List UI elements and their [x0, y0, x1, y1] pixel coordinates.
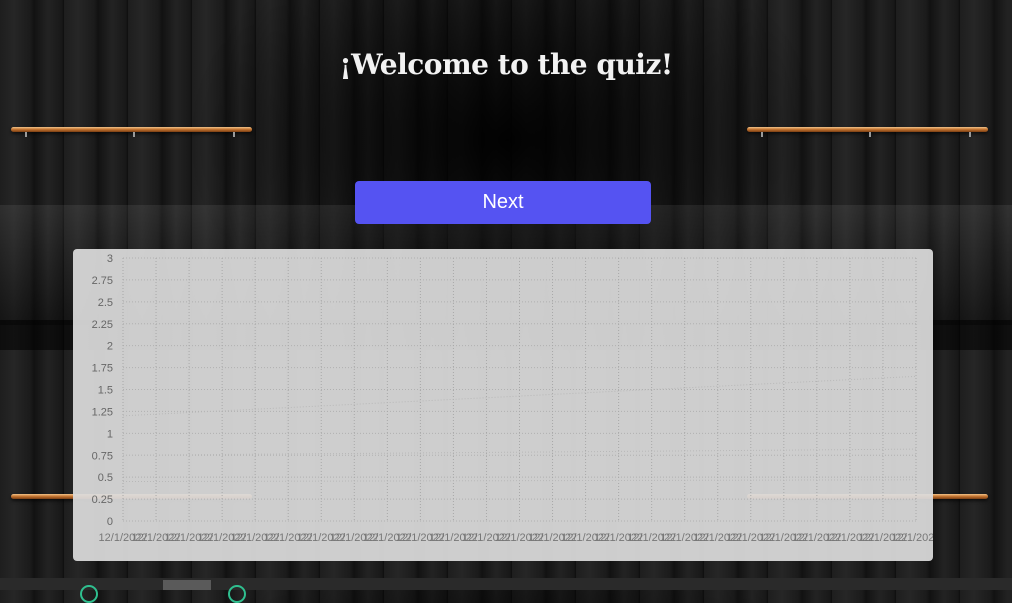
- x-tick-label: 12/1/2022: [892, 532, 933, 544]
- y-tick-label: 0.25: [92, 494, 113, 506]
- line-chart: 0 0.25 0.5 0.75 1 1.25 1.5 1.75 2 2.25 2.5 2.75 3 12/…: [92, 253, 941, 544]
- series-line: [122, 375, 917, 417]
- y-tick-label: 3: [107, 253, 113, 265]
- y-tick-label: 2.5: [98, 297, 113, 309]
- y-tick-label: 1.5: [98, 385, 113, 397]
- page-title: ¡Welcome to the quiz!: [339, 48, 673, 81]
- y-tick-label: 2.75: [92, 275, 113, 287]
- shelf-top-right: [747, 127, 988, 137]
- y-tick-label: 0.75: [92, 450, 113, 462]
- bottom-bar: [0, 578, 1012, 590]
- bottom-indicator-left: [80, 585, 98, 603]
- y-tick-label: 1.25: [92, 406, 113, 418]
- chart-panel: 0 0.25 0.5 0.75 1 1.25 1.5 1.75 2 2.25 2.5 2.75 3 12/…: [73, 249, 941, 561]
- y-tick-label: 0.5: [98, 472, 113, 484]
- y-tick-label: 0: [107, 516, 113, 528]
- shelf-top-left: [11, 127, 252, 137]
- y-tick-label: 1.75: [92, 363, 113, 375]
- y-tick-label: 2.25: [92, 319, 113, 331]
- bottom-indicator-right: [228, 585, 246, 603]
- y-tick-label: 2: [107, 341, 113, 353]
- next-button[interactable]: Next: [355, 181, 651, 224]
- y-tick-label: 1: [107, 428, 113, 440]
- bottom-tab[interactable]: [163, 580, 211, 590]
